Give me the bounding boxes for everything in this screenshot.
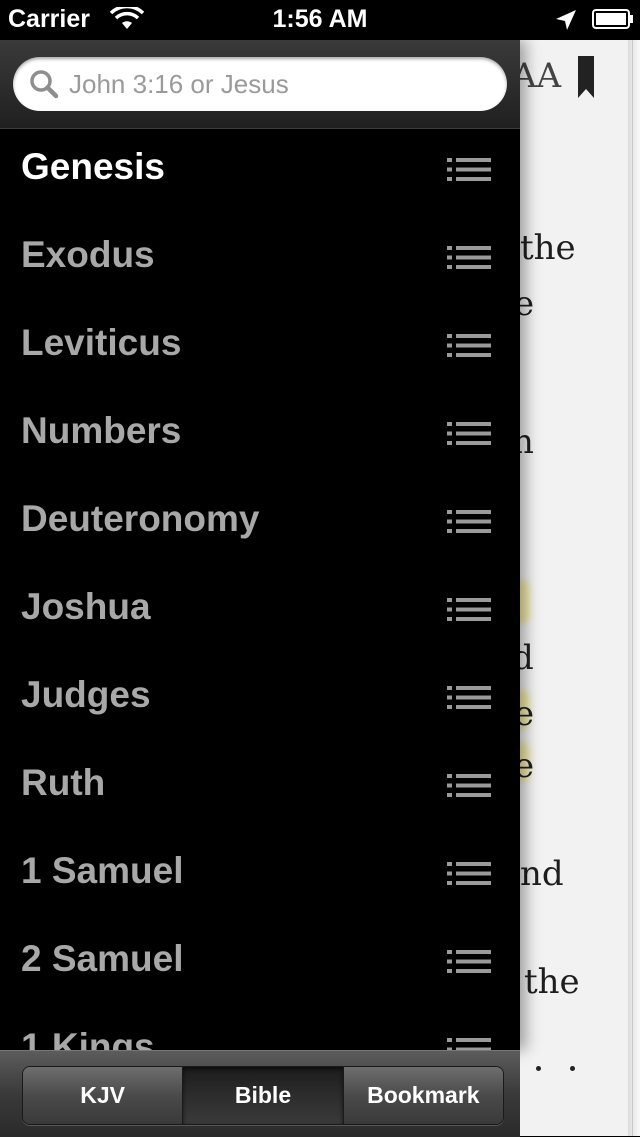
book-list: Genesis Exodus Leviticus Numbers Deuteronomy…	[0, 128, 520, 1050]
chapter-list-icon[interactable]	[447, 684, 491, 712]
book-row[interactable]: 1 Kings	[0, 1008, 520, 1050]
page-edge	[628, 40, 640, 1136]
book-name: Exodus	[21, 234, 155, 275]
search-icon	[30, 70, 59, 99]
status-bar: Carrier 1:56 AM	[0, 0, 640, 40]
bottom-toolbar: KJV Bible Bookmark	[0, 1050, 520, 1137]
segment-bible[interactable]: Bible	[183, 1067, 344, 1124]
reader-text-fragment: e	[520, 746, 535, 786]
book-name: Deuteronomy	[21, 498, 260, 539]
chapter-list-icon[interactable]	[447, 156, 491, 184]
segmented-control: KJV Bible Bookmark	[22, 1066, 504, 1125]
reader-text-fragment: e	[520, 694, 535, 734]
chapter-list-icon[interactable]	[447, 772, 491, 800]
chapter-list-icon[interactable]	[447, 948, 491, 976]
book-row[interactable]: Genesis	[0, 128, 520, 216]
segment-bookmark[interactable]: Bookmark	[343, 1067, 503, 1124]
reader-text-fragment: n	[520, 422, 534, 462]
book-row[interactable]: 1 Samuel	[0, 832, 520, 920]
book-row[interactable]: Joshua	[0, 568, 520, 656]
book-row[interactable]: Deuteronomy	[0, 480, 520, 568]
book-row[interactable]: Numbers	[0, 392, 520, 480]
chapter-list-icon[interactable]	[447, 244, 491, 272]
chapter-list-icon[interactable]	[447, 860, 491, 888]
chapter-list-icon[interactable]	[447, 332, 491, 360]
search-bar	[0, 40, 520, 129]
search-field[interactable]	[13, 57, 507, 111]
reader-text-fragment: d	[520, 638, 534, 678]
book-name: Genesis	[21, 146, 165, 187]
reader-text-fragment: the	[520, 228, 576, 268]
segment-kjv[interactable]: KJV	[23, 1067, 184, 1124]
clock: 1:56 AM	[272, 5, 368, 33]
book-name: Ruth	[21, 762, 106, 803]
book-name: Leviticus	[21, 322, 182, 363]
book-name: Joshua	[21, 586, 151, 627]
chapter-list-icon[interactable]	[447, 508, 491, 536]
battery-icon	[592, 9, 633, 29]
book-name: 1 Kings	[21, 1026, 155, 1050]
chapter-list-icon[interactable]	[447, 1036, 491, 1050]
bookmark-icon[interactable]	[578, 56, 594, 98]
book-name: 1 Samuel	[21, 850, 184, 891]
book-row[interactable]: Judges	[0, 656, 520, 744]
chapter-list-icon[interactable]	[447, 596, 491, 624]
book-row[interactable]: Ruth	[0, 744, 520, 832]
book-name: 2 Samuel	[21, 938, 184, 979]
verse-highlight	[520, 580, 530, 624]
search-input[interactable]	[69, 57, 489, 111]
reader-page[interactable]: the e n d e e nd the	[520, 40, 640, 1136]
reader-text-fragment: the	[524, 962, 580, 1002]
book-row[interactable]: 2 Samuel	[0, 920, 520, 1008]
reader-text-fragment: nd	[520, 854, 564, 894]
reader-text-fragment: e	[520, 284, 535, 324]
chapter-list-icon[interactable]	[447, 420, 491, 448]
location-arrow-icon	[556, 10, 576, 30]
book-drawer: Genesis Exodus Leviticus Numbers Deuteronomy…	[0, 40, 520, 1050]
book-row[interactable]: Leviticus	[0, 304, 520, 392]
page-edge-line	[632, 40, 633, 1136]
book-row[interactable]: Exodus	[0, 216, 520, 304]
book-name: Judges	[21, 674, 151, 715]
book-name: Numbers	[21, 410, 182, 451]
